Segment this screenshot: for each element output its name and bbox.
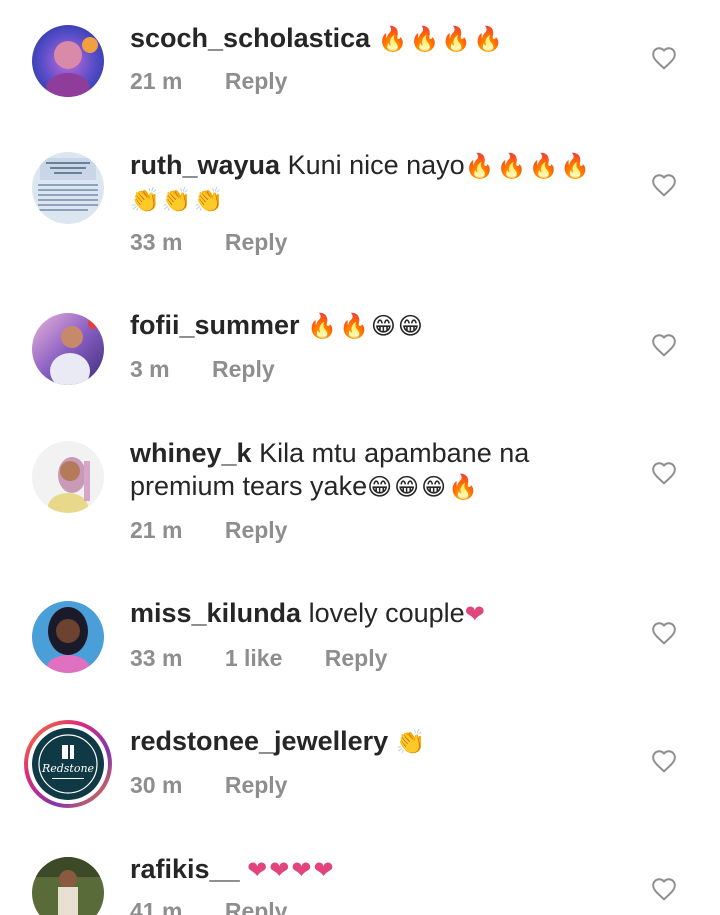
username-link[interactable]: fofii_summer <box>130 310 300 340</box>
comment-emoji: 🔥🔥🔥🔥 <box>464 153 593 180</box>
comment-time: 33 m <box>130 645 183 671</box>
comment-time: 33 m <box>130 229 183 255</box>
username-link[interactable]: redstonee_jewellery <box>130 726 388 756</box>
comment-likes[interactable]: 1 like <box>225 645 283 671</box>
avatar[interactable] <box>32 441 104 513</box>
comment-time: 30 m <box>130 772 183 798</box>
comment-text: rafikis__ ❤❤❤❤ <box>130 853 610 887</box>
reply-button[interactable]: Reply <box>225 898 288 915</box>
comment-emoji: 😁😁😁🔥 <box>367 474 481 501</box>
comment-text: miss_kilunda lovely couple❤ <box>130 597 610 631</box>
comment-body: Kila mtu apambane na <box>259 438 530 468</box>
comment-emoji: 👏 <box>395 729 428 756</box>
comment-time: 41 m <box>130 898 183 915</box>
avatar[interactable] <box>32 25 104 97</box>
comment-body: premium tears yake <box>130 471 368 501</box>
reply-button[interactable]: Reply <box>225 772 288 798</box>
comment-text: redstonee_jewellery 👏 <box>130 725 610 759</box>
comment-meta: 33 m Reply <box>130 229 323 256</box>
username-link[interactable]: rafikis__ <box>130 854 240 884</box>
comment-meta: 33 m 1 like Reply <box>130 645 423 672</box>
comment-time: 21 m <box>130 68 183 94</box>
reply-button[interactable]: Reply <box>212 356 275 382</box>
heart-outline-icon[interactable] <box>651 173 677 197</box>
username-link[interactable]: whiney_k <box>130 438 252 468</box>
heart-outline-icon[interactable] <box>651 877 677 901</box>
heart-outline-icon[interactable] <box>651 461 677 485</box>
comment-meta: 21 m Reply <box>130 517 323 544</box>
comment-text: scoch_scholastica 🔥🔥🔥🔥 <box>130 22 610 56</box>
comment-emoji: 🔥🔥🔥🔥 <box>377 26 506 53</box>
redstone-logo: Redstone <box>32 728 104 800</box>
comment-meta: 41 m Reply <box>130 898 323 915</box>
avatar[interactable] <box>32 601 104 673</box>
avatar[interactable] <box>32 313 104 385</box>
username-link[interactable]: scoch_scholastica <box>130 23 370 53</box>
comment-body: lovely couple <box>308 598 465 628</box>
username-link[interactable]: ruth_wayua <box>130 150 280 180</box>
heart-outline-icon[interactable] <box>651 46 677 70</box>
reply-button[interactable]: Reply <box>225 229 288 255</box>
reply-button[interactable]: Reply <box>225 68 288 94</box>
comment-time: 3 m <box>130 356 170 382</box>
comment-meta: 3 m Reply <box>130 356 311 383</box>
heart-outline-icon[interactable] <box>651 749 677 773</box>
comment-emoji: ❤❤❤❤ <box>247 857 336 884</box>
comment-emoji: ❤ <box>464 601 487 628</box>
comment-text: ruth_wayua Kuni nice nayo🔥🔥🔥🔥 👏👏👏 <box>130 149 610 217</box>
comment-meta: 21 m Reply <box>130 68 323 95</box>
heart-outline-icon[interactable] <box>651 333 677 357</box>
comment-meta: 30 m Reply <box>130 772 323 799</box>
username-link[interactable]: miss_kilunda <box>130 598 301 628</box>
logo-text: Redstone <box>41 762 95 775</box>
avatar[interactable] <box>32 857 104 915</box>
comment-body: Kuni nice nayo <box>287 150 465 180</box>
comments-list: scoch_scholastica 🔥🔥🔥🔥 21 m Reply ruth_w… <box>0 0 720 915</box>
comment-text: fofii_summer 🔥🔥😁😁 <box>130 309 610 343</box>
comment-emoji: 🔥🔥😁😁 <box>307 313 425 340</box>
comment-emoji: 👏👏👏 <box>130 187 226 214</box>
comment-text: whiney_k Kila mtu apambane na premium te… <box>130 437 610 504</box>
reply-button[interactable]: Reply <box>325 645 388 671</box>
comment-time: 21 m <box>130 517 183 543</box>
avatar-story-ring[interactable]: Redstone <box>24 720 112 808</box>
reply-button[interactable]: Reply <box>225 517 288 543</box>
heart-outline-icon[interactable] <box>651 621 677 645</box>
avatar[interactable] <box>32 152 104 224</box>
